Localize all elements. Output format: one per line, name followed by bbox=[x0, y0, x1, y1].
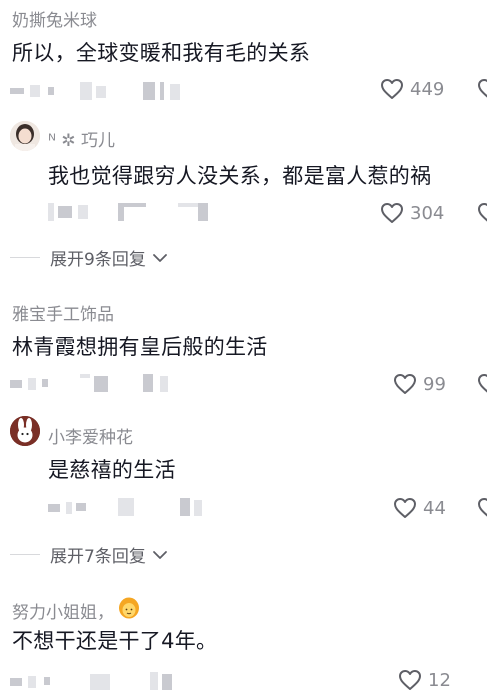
divider bbox=[10, 554, 40, 555]
comment-meta-blurred bbox=[48, 203, 223, 223]
like-button[interactable]: 12 bbox=[398, 669, 451, 691]
like-button[interactable]: 99 bbox=[393, 373, 446, 395]
expand-replies-button[interactable]: 展开9条回复 bbox=[10, 245, 168, 270]
divider bbox=[10, 257, 40, 258]
comment-text: 我也觉得跟穷人没关系，都是富人惹的祸 bbox=[48, 164, 432, 188]
comment-username[interactable]: 努力小姐姐， bbox=[12, 598, 114, 623]
girl-avatar bbox=[10, 121, 40, 151]
heart-outline-icon bbox=[380, 202, 404, 224]
comment-text: 所以，全球变暖和我有毛的关系 bbox=[12, 41, 311, 65]
comment-text: 林青霞想拥有皇后般的生活 bbox=[12, 335, 268, 359]
like-button[interactable]: 449 bbox=[380, 78, 444, 100]
comment-meta-blurred bbox=[10, 82, 190, 102]
comment-username[interactable]: ᴺ ✲ 巧儿 bbox=[48, 126, 115, 151]
rabbit-avatar bbox=[10, 416, 40, 446]
avatar[interactable] bbox=[10, 121, 40, 151]
like-count: 304 bbox=[410, 202, 445, 224]
comment-text: 不想干还是干了4年。 bbox=[12, 629, 218, 653]
like-count: 44 bbox=[423, 497, 446, 519]
heart-outline-icon bbox=[393, 373, 417, 395]
heart-outline-icon bbox=[477, 78, 487, 100]
expand-replies-label: 展开7条回复 bbox=[50, 547, 146, 567]
comment-text: 是慈禧的生活 bbox=[48, 458, 176, 482]
heart-outline-icon bbox=[398, 669, 422, 691]
comment-username[interactable]: 小李爱种花 bbox=[48, 423, 133, 448]
comment-meta-blurred bbox=[10, 374, 190, 394]
heart-outline-icon bbox=[380, 78, 404, 100]
like-button[interactable]: 44 bbox=[393, 497, 446, 519]
heart-outline-icon bbox=[477, 202, 487, 224]
expand-replies-label: 展开9条回复 bbox=[50, 250, 146, 270]
comment-meta-blurred bbox=[10, 672, 190, 692]
like-count: 12 bbox=[428, 669, 451, 691]
like-count: 99 bbox=[423, 373, 446, 395]
expand-replies-button[interactable]: 展开7条回复 bbox=[10, 542, 168, 567]
like-count: 449 bbox=[410, 78, 445, 100]
heart-outline-icon bbox=[393, 497, 417, 519]
comment-username[interactable]: 奶撕兔米球 bbox=[12, 6, 97, 31]
chevron-down-icon bbox=[152, 248, 168, 267]
chevron-down-icon bbox=[152, 545, 168, 564]
comment-username[interactable]: 雅宝手工饰品 bbox=[12, 300, 114, 325]
like-button[interactable]: 304 bbox=[380, 202, 444, 224]
avatar[interactable] bbox=[10, 416, 40, 446]
woman-emoji bbox=[118, 597, 140, 623]
heart-outline-icon bbox=[477, 497, 487, 519]
heart-outline-icon bbox=[477, 373, 487, 395]
comment-meta-blurred bbox=[48, 498, 218, 518]
